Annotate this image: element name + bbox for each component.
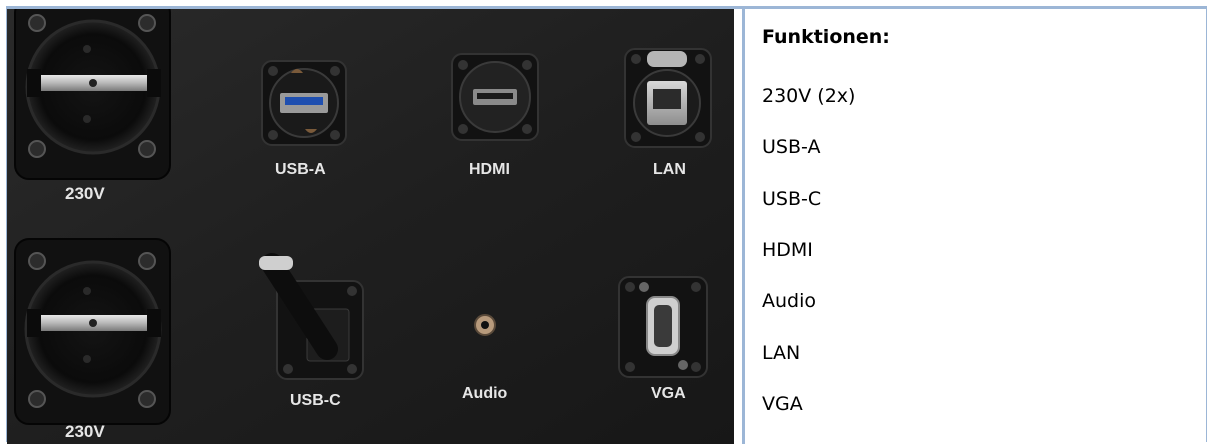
functions-list: Funktionen: 230V (2x) USB-A USB-C HDMI A…: [745, 9, 1207, 444]
power-socket-top: [14, 9, 171, 180]
label-hdmi: HDMI: [469, 161, 510, 178]
function-item: 230V (2x): [762, 85, 856, 107]
function-item: USB-C: [762, 188, 822, 210]
label-lan: LAN: [653, 161, 686, 178]
function-item: HDMI: [762, 239, 813, 261]
hdmi-port: [451, 53, 539, 141]
label-audio: Audio: [462, 385, 508, 402]
function-item: LAN: [762, 342, 801, 364]
functions-heading: Funktionen:: [762, 26, 890, 48]
label-usb-c: USB-C: [290, 392, 341, 409]
audio-jack: [474, 314, 496, 336]
connector-panel-photo: 230V USB-A HDMI LAN 230V USB-C Audio VGA: [7, 9, 734, 444]
vga-port: [618, 276, 708, 378]
lan-port: [624, 48, 712, 148]
function-item: USB-A: [762, 136, 821, 158]
label-230v-bottom: 230V: [65, 422, 105, 441]
function-item: VGA: [762, 393, 803, 415]
usb-a-port: [261, 60, 347, 146]
function-item: Audio: [762, 290, 817, 312]
power-socket-bottom: [14, 238, 171, 425]
label-usb-a: USB-A: [275, 161, 326, 178]
label-vga: VGA: [651, 385, 686, 402]
label-230v-top: 230V: [65, 184, 105, 203]
